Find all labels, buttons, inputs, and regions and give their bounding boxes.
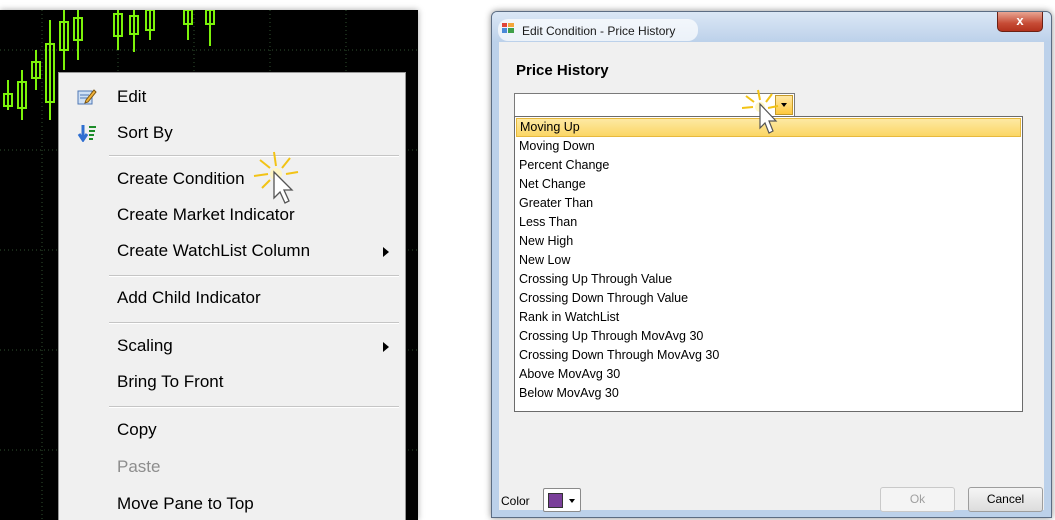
menu-item-create-market-indicator[interactable]: Create Market Indicator: [59, 197, 405, 233]
dialog-heading: Price History: [516, 62, 609, 79]
menu-item-label: Create WatchList Column: [117, 241, 311, 260]
color-picker[interactable]: [543, 488, 581, 512]
menu-item-label: Add Child Indicator: [117, 288, 261, 307]
list-item[interactable]: Crossing Up Through MovAvg 30: [516, 327, 1021, 346]
click-cursor-icon: [253, 151, 299, 204]
menu-item-label: Create Condition: [117, 169, 245, 188]
ok-button[interactable]: Ok: [880, 487, 955, 512]
submenu-arrow-icon: [383, 247, 389, 257]
list-item[interactable]: Crossing Down Through MovAvg 30: [516, 346, 1021, 365]
price-chart[interactable]: Edit Sort By Create Condition Create Mar…: [0, 10, 418, 520]
cancel-button[interactable]: Cancel: [968, 487, 1043, 512]
sort-icon: [77, 125, 96, 142]
menu-item-edit[interactable]: Edit: [59, 79, 405, 115]
menu-item-add-child-indicator[interactable]: Add Child Indicator: [59, 280, 405, 316]
menu-item-label: Move Pane to Top: [117, 494, 254, 513]
list-item[interactable]: Net Change: [516, 175, 1021, 194]
list-item[interactable]: Below MovAvg 30: [516, 384, 1021, 403]
menu-item-label: Sort By: [117, 123, 173, 142]
list-item[interactable]: Above MovAvg 30: [516, 365, 1021, 384]
list-item[interactable]: New High: [516, 232, 1021, 251]
menu-item-sort-by[interactable]: Sort By: [59, 115, 405, 151]
window-icon: [502, 23, 514, 33]
menu-item-create-condition[interactable]: Create Condition: [59, 161, 405, 197]
menu-item-move-pane-to-top[interactable]: Move Pane to Top: [59, 486, 405, 520]
close-icon: x: [1016, 13, 1024, 28]
list-item[interactable]: New Low: [516, 251, 1021, 270]
menu-item-create-watchlist-column[interactable]: Create WatchList Column: [59, 233, 405, 269]
menu-separator: [109, 322, 399, 324]
menu-item-label: Copy: [117, 420, 157, 439]
click-cursor-icon: [742, 89, 779, 134]
menu-item-bring-to-front[interactable]: Bring To Front: [59, 364, 405, 400]
menu-separator: [109, 275, 399, 277]
list-item[interactable]: Moving Down: [516, 137, 1021, 156]
menu-item-label: Edit: [117, 87, 147, 106]
list-item[interactable]: Greater Than: [516, 194, 1021, 213]
edit-icon: [77, 89, 97, 105]
menu-separator: [109, 406, 399, 408]
dialog-titlebar[interactable]: Edit Condition - Price History x: [492, 12, 1051, 42]
menu-item-label: Paste: [117, 457, 161, 476]
color-label: Color: [501, 494, 530, 508]
menu-item-scaling[interactable]: Scaling: [59, 328, 405, 364]
edit-condition-dialog: Edit Condition - Price History x Price H…: [491, 11, 1052, 518]
color-swatch: [548, 493, 563, 508]
list-item[interactable]: Crossing Up Through Value: [516, 270, 1021, 289]
menu-item-copy[interactable]: Copy: [59, 412, 405, 448]
menu-item-paste[interactable]: Paste: [59, 449, 405, 485]
chevron-down-icon: [569, 499, 575, 503]
submenu-arrow-icon: [383, 342, 389, 352]
context-menu: Edit Sort By Create Condition Create Mar…: [58, 72, 406, 520]
list-item[interactable]: Percent Change: [516, 156, 1021, 175]
list-item[interactable]: Rank in WatchList: [516, 308, 1021, 327]
menu-item-label: Scaling: [117, 336, 173, 355]
list-item[interactable]: Less Than: [516, 213, 1021, 232]
condition-options-list[interactable]: Moving Up Moving Down Percent Change Net Ch…: [514, 116, 1023, 412]
list-item[interactable]: Crossing Down Through Value: [516, 289, 1021, 308]
close-button[interactable]: x: [997, 12, 1043, 32]
dialog-title: Edit Condition - Price History: [522, 24, 676, 38]
menu-item-label: Bring To Front: [117, 372, 224, 391]
